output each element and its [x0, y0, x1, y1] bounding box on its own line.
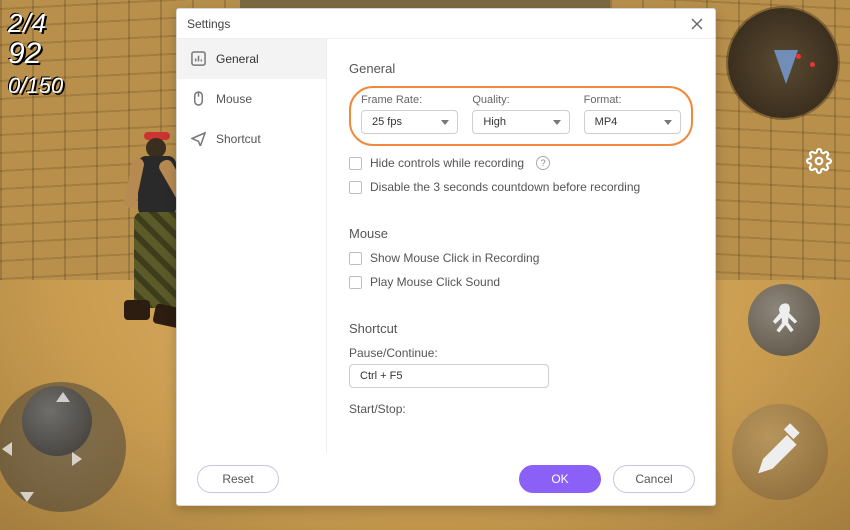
- show-mouse-click-label: Show Mouse Click in Recording: [370, 251, 539, 265]
- hud-ammo: 2/4: [8, 8, 63, 39]
- close-icon[interactable]: [689, 16, 705, 32]
- minimap-view-cone: [774, 50, 798, 84]
- settings-content: General Frame Rate: 25 fps Quality: High: [327, 39, 715, 453]
- play-mouse-sound-label: Play Mouse Click Sound: [370, 275, 500, 289]
- bar-chart-icon: [191, 51, 206, 66]
- virtual-joystick[interactable]: [0, 382, 126, 512]
- section-heading-mouse: Mouse: [349, 226, 693, 241]
- hud-armor: 0/150: [8, 73, 63, 99]
- format-select[interactable]: MP4: [584, 110, 681, 134]
- hud-health: 92: [8, 37, 63, 71]
- quality-select[interactable]: High: [472, 110, 569, 134]
- fire-button[interactable]: [732, 404, 828, 500]
- show-mouse-click-checkbox[interactable]: [349, 252, 362, 265]
- reset-button[interactable]: Reset: [197, 465, 279, 493]
- settings-dialog: Settings General Mouse Shortcut General: [176, 8, 716, 506]
- dialog-titlebar: Settings: [177, 9, 715, 39]
- ok-button-label: OK: [551, 472, 568, 486]
- minimap-enemy-dot: [810, 62, 815, 67]
- reset-button-label: Reset: [222, 472, 253, 486]
- mouse-icon: [191, 91, 206, 106]
- pause-continue-input[interactable]: Ctrl + F5: [349, 364, 549, 388]
- settings-sidebar: General Mouse Shortcut: [177, 39, 327, 453]
- sidebar-item-general[interactable]: General: [177, 39, 326, 79]
- sidebar-item-shortcut[interactable]: Shortcut: [177, 119, 326, 159]
- frame-rate-label: Frame Rate:: [361, 94, 458, 106]
- sidebar-item-label: General: [216, 52, 259, 66]
- minimap: [728, 8, 838, 118]
- pause-continue-label: Pause/Continue:: [349, 346, 693, 360]
- recording-params-highlight: Frame Rate: 25 fps Quality: High Format:: [349, 86, 693, 146]
- jump-button[interactable]: [748, 284, 820, 356]
- hud-stats: 2/4 92 0/150: [8, 8, 63, 99]
- start-stop-label: Start/Stop:: [349, 402, 693, 416]
- minimap-enemy-dot: [796, 54, 801, 59]
- dialog-footer: Reset OK Cancel: [177, 453, 715, 505]
- sidebar-item-label: Mouse: [216, 92, 252, 106]
- cancel-button[interactable]: Cancel: [613, 465, 695, 493]
- disable-countdown-label: Disable the 3 seconds countdown before r…: [370, 180, 640, 194]
- format-label: Format:: [584, 94, 681, 106]
- hide-controls-checkbox[interactable]: [349, 157, 362, 170]
- pause-continue-value: Ctrl + F5: [360, 370, 402, 382]
- disable-countdown-checkbox[interactable]: [349, 181, 362, 194]
- section-heading-general: General: [349, 61, 693, 76]
- frame-rate-select[interactable]: 25 fps: [361, 110, 458, 134]
- frame-rate-value: 25 fps: [372, 116, 402, 128]
- sidebar-item-label: Shortcut: [216, 132, 261, 146]
- quality-label: Quality:: [472, 94, 569, 106]
- section-heading-shortcut: Shortcut: [349, 321, 693, 336]
- send-icon: [191, 131, 206, 146]
- ok-button[interactable]: OK: [519, 465, 601, 493]
- sidebar-item-mouse[interactable]: Mouse: [177, 79, 326, 119]
- quality-value: High: [483, 116, 506, 128]
- hide-controls-label: Hide controls while recording: [370, 156, 524, 170]
- gear-icon[interactable]: [806, 148, 832, 174]
- cancel-button-label: Cancel: [635, 472, 672, 486]
- play-mouse-sound-checkbox[interactable]: [349, 276, 362, 289]
- format-value: MP4: [595, 116, 618, 128]
- help-icon[interactable]: ?: [536, 156, 550, 170]
- dialog-title: Settings: [187, 17, 230, 31]
